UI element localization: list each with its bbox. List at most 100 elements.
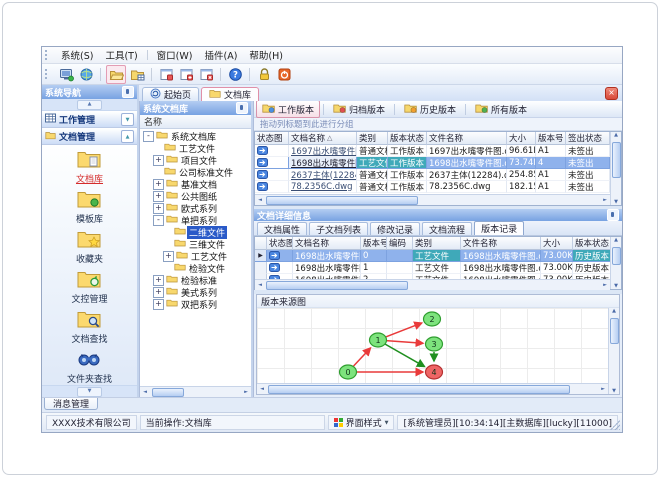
library-view-icon[interactable] xyxy=(128,66,146,83)
tree-column-header[interactable]: 名称 xyxy=(140,115,251,129)
expand-icon[interactable]: + xyxy=(153,178,164,190)
sidebar-group-document[interactable]: 文档管理 ▲ xyxy=(42,128,137,145)
graph-hscrollbar[interactable]: ◄ ► xyxy=(257,383,608,394)
scroll-left-icon[interactable]: ◄ xyxy=(141,389,149,395)
scroll-thumb[interactable] xyxy=(266,281,408,290)
scroll-left-icon[interactable]: ◄ xyxy=(258,386,266,392)
monitor-icon[interactable] xyxy=(57,66,75,83)
collapse-icon[interactable]: - xyxy=(143,130,154,142)
tree-node-10[interactable]: + 工艺文件 xyxy=(140,250,251,263)
column-header-2[interactable]: 文档名称 xyxy=(293,237,361,250)
expand-icon[interactable]: + xyxy=(163,250,174,262)
exit-icon[interactable] xyxy=(275,66,293,83)
version-node-2[interactable]: 2 xyxy=(422,311,442,327)
menu-item-1[interactable]: 工具(T) xyxy=(99,47,143,63)
expand-icon[interactable]: + xyxy=(153,154,164,166)
help-icon[interactable]: ? xyxy=(226,66,244,83)
tab-doclib[interactable]: 文档库 xyxy=(201,87,260,101)
button-archive-version[interactable]: 归档版本 xyxy=(327,100,391,118)
column-header-1[interactable]: 文档名称 △ xyxy=(289,132,357,145)
sidebar-group-work[interactable]: 工作管理 ▼ xyxy=(42,111,137,128)
tree-node-3[interactable]: 公司标准文件 xyxy=(140,166,251,179)
scroll-down-icon[interactable]: ▼ xyxy=(610,388,618,394)
scroll-up-icon[interactable]: ▲ xyxy=(76,99,103,110)
document-link[interactable]: 78.2356C.dwg xyxy=(289,181,357,193)
version-node-1[interactable]: 1 xyxy=(368,332,388,348)
button-work-version[interactable]: 工作版本 xyxy=(256,100,321,118)
tree-node-9[interactable]: 三维文件 xyxy=(140,238,251,251)
document-window-icon[interactable] xyxy=(157,66,175,83)
tree-hscrollbar[interactable]: ◄ ► xyxy=(140,386,251,397)
lock-icon[interactable] xyxy=(255,66,273,83)
scroll-down-icon[interactable]: ▼ xyxy=(76,386,103,397)
detail-tab-4[interactable]: 版本记录 xyxy=(474,221,525,235)
menu-item-0[interactable]: 系统(S) xyxy=(55,47,99,63)
column-header-4[interactable]: 文件名称 xyxy=(427,132,507,145)
column-header-5[interactable]: 大小 xyxy=(507,132,536,145)
tree-node-6[interactable]: + 欧式系列 xyxy=(140,202,251,215)
detail-tab-0[interactable]: 文档属性 xyxy=(257,222,308,236)
pin-icon[interactable] xyxy=(122,86,134,98)
table-row[interactable]: 1698出水嘴零件图.dwg1工艺文件1698出水嘴零件图.dwg73.00KB… xyxy=(255,262,610,274)
button-all-version[interactable]: 所有版本 xyxy=(469,100,533,118)
tree-node-13[interactable]: + 美式系列 xyxy=(140,286,251,299)
sidebar-item-favorites[interactable]: 收藏夹 xyxy=(76,228,103,268)
column-header-0[interactable] xyxy=(255,237,267,250)
tree-node-1[interactable]: 工艺文件 xyxy=(140,142,251,155)
column-header-7[interactable]: 大小 xyxy=(541,237,573,250)
expand-icon[interactable]: + xyxy=(153,274,164,286)
sidebar-item-docsearch[interactable]: 文档查找 xyxy=(71,308,108,348)
detail-tab-3[interactable]: 文档流程 xyxy=(422,222,473,236)
scroll-thumb[interactable] xyxy=(268,385,570,394)
scroll-down-icon[interactable]: ▼ xyxy=(612,199,620,205)
tree-node-8[interactable]: 二维文件 xyxy=(140,225,251,239)
close-tab-icon[interactable]: × xyxy=(605,87,618,100)
ui-style-selector[interactable]: 界面样式 ▼ xyxy=(327,415,395,430)
version-node-4[interactable]: 4 xyxy=(424,364,444,380)
table-row[interactable]: ▶1698出水嘴零件图.dwg0工艺文件1698出水嘴零件图.dwg73.00K… xyxy=(255,250,610,262)
version-node-0[interactable]: 0 xyxy=(338,364,358,380)
button-history-version[interactable]: 历史版本 xyxy=(398,100,462,118)
column-header-6[interactable]: 文件名称 xyxy=(461,237,541,250)
scroll-thumb[interactable] xyxy=(610,318,619,344)
pin-icon[interactable] xyxy=(607,209,619,221)
tab-message-management[interactable]: 消息管理 xyxy=(44,398,99,410)
scroll-down-icon[interactable]: ▼ xyxy=(612,283,620,289)
expand-icon[interactable]: + xyxy=(153,298,164,310)
detail-tab-2[interactable]: 修改记录 xyxy=(370,222,421,236)
expand-icon[interactable]: + xyxy=(153,190,164,202)
expand-icon[interactable]: + xyxy=(153,286,164,298)
expand-icon[interactable]: + xyxy=(153,202,164,214)
pin-icon[interactable] xyxy=(236,102,248,114)
scroll-left-icon[interactable]: ◄ xyxy=(256,282,264,288)
table-row[interactable]: 78.2356C.dwg普通文档工作版本78.2356C.dwg182.15KB… xyxy=(255,181,610,193)
scroll-left-icon[interactable]: ◄ xyxy=(256,197,264,203)
scroll-thumb[interactable] xyxy=(612,247,621,265)
column-header-2[interactable]: 类别 xyxy=(357,132,388,145)
document-link[interactable]: 2637主体(12284).dwg xyxy=(289,169,357,181)
tree-node-5[interactable]: + 公共图纸 xyxy=(140,190,251,203)
column-header-3[interactable]: 版本状态 xyxy=(388,132,427,145)
scroll-thumb[interactable] xyxy=(152,388,184,397)
tree-node-2[interactable]: + 项目文件 xyxy=(140,154,251,167)
menu-item-2[interactable]: 窗口(W) xyxy=(151,47,199,63)
document-window-add-icon[interactable] xyxy=(177,66,195,83)
scroll-up-icon[interactable]: ▲ xyxy=(612,237,620,243)
table-row[interactable]: 1697出水嘴零件图.dwg普通文档工作版本1697出水嘴零件图.dwg96.6… xyxy=(255,145,610,157)
table-row[interactable]: 2637主体(12284).dwg普通文档工作版本2637主体(12284).d… xyxy=(255,169,610,181)
collapse-icon[interactable]: - xyxy=(153,214,164,226)
chevron-down-icon[interactable]: ▼ xyxy=(121,113,134,126)
versions-hscrollbar[interactable]: ◄ ► xyxy=(255,279,610,290)
column-header-7[interactable]: 签出状态 xyxy=(566,132,610,145)
graph-vscrollbar[interactable]: ▲ ▼ xyxy=(608,308,619,394)
document-link[interactable]: 1697出水嘴零件图.dwg xyxy=(289,145,357,157)
column-header-0[interactable]: 状态图 xyxy=(255,132,289,145)
globe-icon[interactable] xyxy=(77,66,95,83)
documents-hscrollbar[interactable]: ◄ ► xyxy=(255,194,610,205)
scroll-right-icon[interactable]: ► xyxy=(601,282,609,288)
tree-node-12[interactable]: + 检验标准 xyxy=(140,274,251,287)
versions-vscrollbar[interactable]: ▲ ▼ xyxy=(610,237,621,289)
scroll-up-icon[interactable]: ▲ xyxy=(612,132,620,138)
sidebar-item-doccontrol[interactable]: 文控管理 xyxy=(71,268,108,308)
documents-vscrollbar[interactable]: ▲ ▼ xyxy=(610,132,621,205)
